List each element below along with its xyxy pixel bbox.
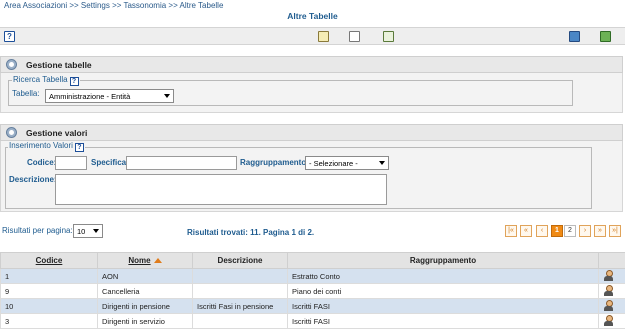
descrizione-label: Descrizione: — [9, 175, 57, 184]
cell-descrizione: Iscritti Fasi in pensione — [193, 299, 288, 314]
results-table: Codice Nome Descrizione Raggruppamento 1… — [0, 252, 625, 329]
ricerca-tabella-legend: Ricerca Tabella? — [12, 75, 80, 86]
cell-action — [599, 284, 625, 299]
save-icon[interactable] — [569, 31, 580, 42]
codice-input[interactable] — [55, 156, 87, 170]
cell-raggruppamento: Iscritti FASI — [288, 299, 599, 314]
table-row[interactable]: 3 Dirigenti in servizio Iscritti FASI — [1, 314, 625, 329]
first-page-icon[interactable]: |« — [505, 225, 517, 237]
codice-label: Codice: — [27, 158, 56, 167]
toolbar: ? — [0, 27, 625, 45]
results-per-page-label: Risultati per pagina: — [2, 226, 73, 235]
cell-nome: Cancelleria — [98, 284, 193, 299]
column-header-actions — [599, 253, 625, 269]
tabella-select-value: Amministrazione - Entità — [49, 92, 130, 101]
collapse-toggle-icon[interactable] — [6, 59, 17, 70]
next-block-icon[interactable]: » — [594, 225, 606, 237]
gestione-tabelle-header[interactable]: Gestione tabelle — [0, 56, 623, 73]
results-per-page-value: 10 — [77, 227, 85, 236]
column-header-nome[interactable]: Nome — [98, 253, 193, 269]
page-title: Altre Tabelle — [0, 11, 625, 21]
page-button[interactable]: 2 — [564, 225, 576, 237]
user-edit-icon[interactable] — [603, 270, 613, 281]
search-document-icon[interactable] — [318, 31, 329, 42]
prev-block-icon[interactable]: « — [520, 225, 532, 237]
cell-descrizione — [193, 284, 288, 299]
cell-codice: 1 — [1, 269, 98, 284]
cell-raggruppamento: Piano dei conti — [288, 284, 599, 299]
collapse-toggle-icon[interactable] — [6, 127, 17, 138]
next-page-icon[interactable]: › — [579, 225, 591, 237]
cell-codice: 9 — [1, 284, 98, 299]
cell-nome: Dirigenti in pensione — [98, 299, 193, 314]
column-header-descrizione: Descrizione — [193, 253, 288, 269]
column-header-codice[interactable]: Codice — [1, 253, 98, 269]
raggruppamento-label: Raggruppamento: — [240, 158, 309, 167]
table-row[interactable]: 1 AON Estratto Conto — [1, 269, 625, 284]
user-edit-icon[interactable] — [603, 300, 613, 311]
inserimento-valori-label: Inserimento Valori — [9, 141, 73, 150]
cell-raggruppamento: Iscritti FASI — [288, 314, 599, 329]
cell-action — [599, 314, 625, 329]
results-per-page-select[interactable]: 10 — [73, 224, 103, 238]
gestione-valori-header[interactable]: Gestione valori — [0, 124, 623, 141]
gestione-valori-panel: Inserimento Valori? Codice: Specifica: R… — [0, 141, 623, 212]
user-edit-icon[interactable] — [603, 285, 613, 296]
table-header-row: Codice Nome Descrizione Raggruppamento — [1, 253, 625, 269]
raggruppamento-select-value: - Selezionare - — [309, 159, 358, 168]
help-icon[interactable]: ? — [4, 31, 15, 42]
descrizione-textarea[interactable] — [55, 174, 387, 205]
help-icon[interactable]: ? — [70, 77, 79, 86]
chevron-down-icon — [164, 94, 170, 98]
chevron-down-icon — [379, 161, 385, 165]
gestione-valori-title: Gestione valori — [26, 128, 87, 138]
cell-codice: 10 — [1, 299, 98, 314]
chevron-down-icon — [93, 229, 99, 233]
user-edit-icon[interactable] — [603, 315, 613, 326]
raggruppamento-select[interactable]: - Selezionare - — [305, 156, 389, 170]
tabella-select[interactable]: Amministrazione - Entità — [45, 89, 174, 103]
cell-descrizione — [193, 314, 288, 329]
cell-codice: 3 — [1, 314, 98, 329]
ricerca-tabella-label: Ricerca Tabella — [13, 75, 68, 84]
cell-raggruppamento: Estratto Conto — [288, 269, 599, 284]
gestione-tabelle-panel: Ricerca Tabella? Tabella: Amministrazion… — [0, 73, 623, 113]
table-row[interactable]: 10 Dirigenti in pensione Iscritti Fasi i… — [1, 299, 625, 314]
tabella-label: Tabella: — [12, 89, 40, 98]
prev-page-icon[interactable]: ‹ — [536, 225, 548, 237]
results-found-text: Risultati trovati: 11. Pagina 1 di 2. — [187, 228, 314, 237]
cell-action — [599, 299, 625, 314]
inserimento-valori-legend: Inserimento Valori? — [8, 141, 85, 152]
gestione-tabelle-title: Gestione tabelle — [26, 60, 92, 70]
cell-nome: AON — [98, 269, 193, 284]
sort-asc-icon — [154, 258, 162, 263]
refresh-icon[interactable] — [600, 31, 611, 42]
cell-nome: Dirigenti in servizio — [98, 314, 193, 329]
cell-action — [599, 269, 625, 284]
edit-document-icon[interactable] — [383, 31, 394, 42]
page-button-current[interactable]: 1 — [551, 225, 563, 237]
specifica-label: Specifica: — [91, 158, 129, 167]
table-row[interactable]: 9 Cancelleria Piano dei conti — [1, 284, 625, 299]
specifica-input[interactable] — [126, 156, 237, 170]
last-page-icon[interactable]: »| — [609, 225, 621, 237]
document-list-icon[interactable] — [349, 31, 360, 42]
breadcrumb[interactable]: Area Associazioni >> Settings >> Tassono… — [4, 1, 223, 10]
help-icon[interactable]: ? — [75, 143, 84, 152]
cell-descrizione — [193, 269, 288, 284]
column-header-raggruppamento: Raggruppamento — [288, 253, 599, 269]
